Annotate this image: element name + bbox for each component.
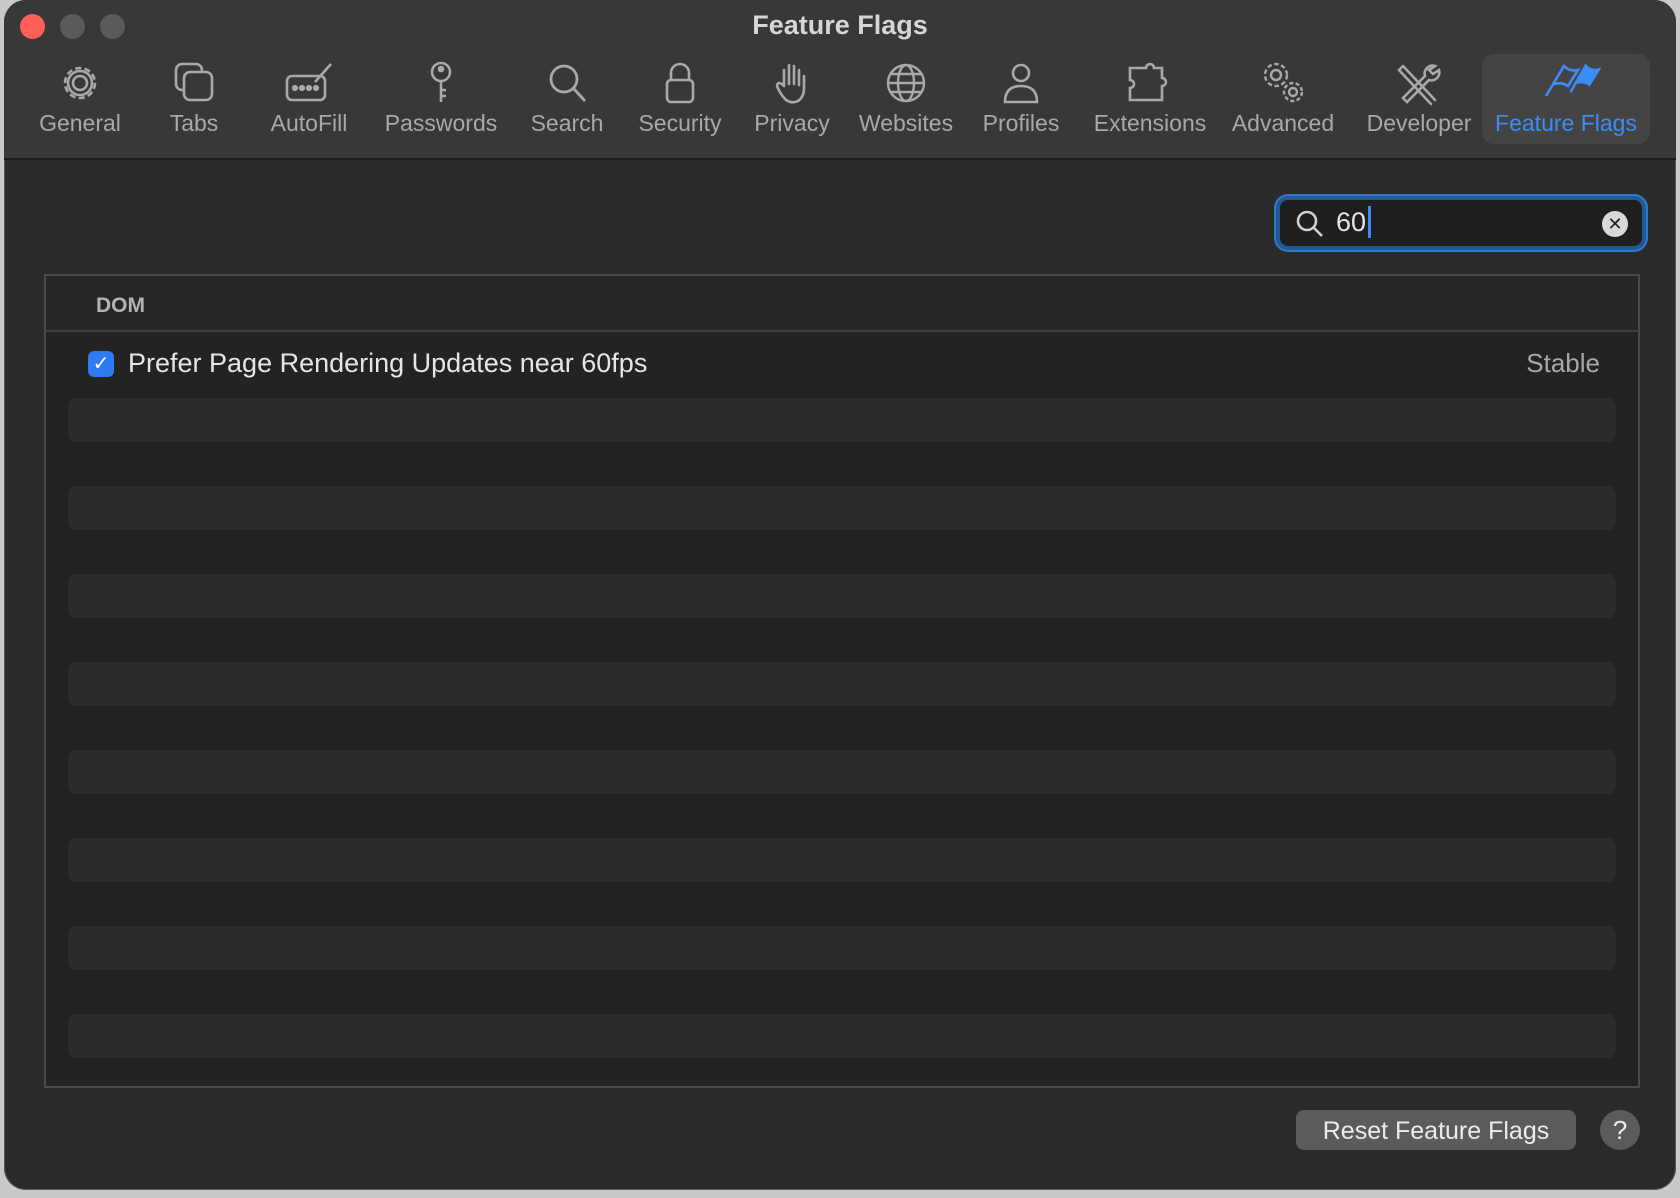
tab-general[interactable]: General [34,54,126,144]
tab-label: Privacy [754,110,830,136]
flag-label: Prefer Page Rendering Updates near 60fps [128,348,648,378]
tab-label: AutoFill [270,110,348,136]
autofill-icon [285,63,332,102]
flag-status: Stable [1526,348,1600,378]
section-title: DOM [96,294,145,317]
tab-label: Tabs [169,110,219,136]
tab-extensions[interactable]: Extensions [1090,54,1210,144]
tab-label: Developer [1366,110,1472,136]
tabs-icon [174,62,214,102]
tab-websites[interactable]: Websites [854,54,958,144]
preferences-window: Feature Flags General Tabs AutoFill Pass… [4,0,1676,1190]
gear-icon [63,66,97,100]
tab-security[interactable]: Security [630,54,730,144]
empty-row [68,398,1616,442]
tab-label: Profiles [982,110,1060,136]
titlebar: Feature Flags General Tabs AutoFill Pass… [4,0,1676,160]
tools-icon [1397,64,1441,106]
tab-label: Websites [858,110,954,136]
clear-search-icon[interactable]: ✕ [1602,211,1628,237]
tab-privacy[interactable]: Privacy [744,54,840,144]
tab-label: General [39,110,121,136]
empty-row [68,1014,1616,1058]
globe-icon [886,63,926,103]
empty-row [68,926,1616,970]
search-icon [549,64,587,102]
key-icon [430,61,452,102]
tab-tabs[interactable]: Tabs [154,54,234,144]
tab-label: Feature Flags [1495,110,1637,136]
tab-search[interactable]: Search [522,54,612,144]
tab-feature-flags[interactable]: Feature Flags [1482,54,1650,144]
empty-row [68,750,1616,794]
help-button[interactable]: ? [1600,1110,1640,1150]
tab-label: Advanced [1231,110,1335,136]
tab-developer[interactable]: Developer [1358,54,1480,144]
tab-label: Passwords [384,110,498,136]
tab-label: Search [530,110,604,136]
gears-icon [1263,62,1304,103]
feature-flags-list: DOM ✓ Prefer Page Rendering Updates near… [44,274,1640,1088]
search-field[interactable]: 60 ✕ [1276,196,1646,250]
empty-row [68,838,1616,882]
reset-feature-flags-button[interactable]: Reset Feature Flags [1296,1110,1576,1150]
hand-icon [775,63,806,104]
flag-row[interactable]: ✓ Prefer Page Rendering Updates near 60f… [46,332,1638,396]
tab-passwords[interactable]: Passwords [376,54,506,144]
section-header: DOM [46,276,1638,332]
empty-row [68,486,1616,530]
flags-icon [1544,63,1602,97]
tab-profiles[interactable]: Profiles [976,54,1066,144]
flag-checkbox[interactable]: ✓ [88,351,114,377]
window-title: Feature Flags [752,10,928,40]
tab-label: Extensions [1093,110,1207,136]
preferences-toolbar: General Tabs AutoFill Passwords Search S… [4,54,1676,146]
search-icon [1296,210,1323,237]
tab-label: Security [638,110,722,136]
empty-row [68,574,1616,618]
person-icon [1003,63,1039,104]
tab-autofill[interactable]: AutoFill [254,54,364,144]
search-input[interactable]: 60 [1336,206,1372,238]
tab-advanced[interactable]: Advanced [1228,54,1338,144]
empty-row [68,662,1616,706]
lock-icon [665,62,695,104]
puzzle-icon [1128,62,1168,102]
